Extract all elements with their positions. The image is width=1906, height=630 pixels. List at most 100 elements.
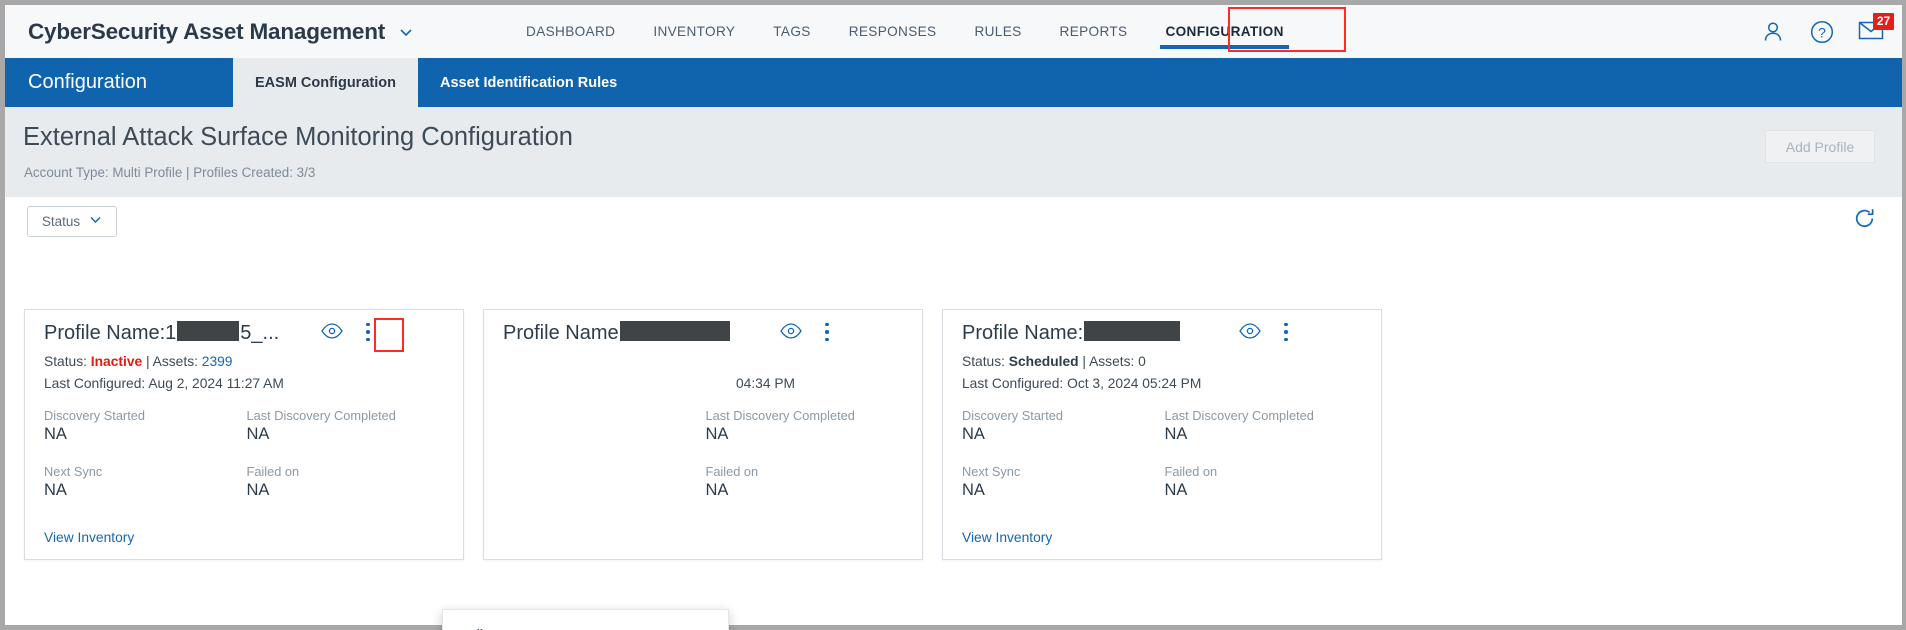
status-filter-label: Status	[41, 214, 81, 229]
kebab-dot	[1284, 330, 1288, 334]
status-label: Status:	[962, 354, 1005, 369]
view-inventory-link[interactable]: View Inventory	[44, 530, 134, 545]
status-filter-dropdown[interactable]: Status	[27, 206, 117, 237]
field-failed-on: Failed on NA	[1165, 464, 1368, 500]
profile-name-title: Profile Name	[503, 319, 731, 345]
mail-envelope-icon[interactable]: 27	[1858, 12, 1894, 45]
last-configured-value: Aug 2, 2024 11:27 AM	[148, 376, 284, 391]
nav-item-dashboard[interactable]: DASHBOARD	[507, 5, 634, 58]
profile-name-suffix: 5_...	[240, 322, 280, 344]
field-label: Discovery Started	[44, 408, 145, 423]
add-profile-button[interactable]: Add Profile	[1765, 130, 1875, 163]
last-configured-label: Last Configured:	[962, 376, 1064, 391]
last-configured-line: Last Configured: Oct 3, 2024 05:24 PM	[962, 376, 1201, 391]
kebab-dot	[366, 330, 370, 334]
mail-badge-count: 27	[1873, 12, 1894, 30]
nav-label: RULES	[974, 24, 1022, 39]
eye-icon[interactable]	[1239, 323, 1261, 339]
tab-easm-configuration[interactable]: EASM Configuration	[233, 58, 418, 107]
last-configured-line: 04:34 PM	[736, 376, 795, 391]
last-configured-value: 04:34 PM	[736, 376, 796, 391]
profile-card[interactable]: Profile Name: Status: Scheduled | Assets…	[942, 309, 1382, 560]
profile-status-line: Status: Scheduled | Assets: 0	[962, 354, 1146, 369]
context-menu-item-edit[interactable]: Edit	[443, 616, 728, 630]
kebab-dot	[825, 337, 829, 342]
tab-asset-identification-rules[interactable]: Asset Identification Rules	[418, 58, 639, 107]
card-field-grid: Last Discovery Completed NA Failed on NA	[503, 408, 908, 500]
chevron-down-icon[interactable]	[398, 24, 414, 40]
nav-item-inventory[interactable]: INVENTORY	[634, 5, 754, 58]
kebab-dot	[1284, 322, 1288, 327]
svg-text:?: ?	[1818, 24, 1826, 40]
refresh-icon[interactable]	[1853, 207, 1876, 230]
profile-name-prefix: Profile Name:	[962, 322, 1084, 344]
last-configured-line: Last Configured: Aug 2, 2024 11:27 AM	[44, 376, 284, 391]
main-navigation: DASHBOARD INVENTORY TAGS RESPONSES RULES…	[507, 5, 1303, 58]
brand-menu[interactable]: CyberSecurity Asset Management	[28, 19, 414, 45]
field-last-discovery-completed: Last Discovery Completed NA	[706, 408, 909, 444]
field-label: Failed on	[1164, 464, 1218, 479]
field-value: NA	[1164, 425, 1188, 443]
redacted-profile-name	[177, 321, 240, 341]
nav-item-responses[interactable]: RESPONSES	[830, 5, 956, 58]
status-badge: Scheduled	[1008, 354, 1079, 369]
nav-label: INVENTORY	[653, 24, 736, 39]
field-discovery-started	[503, 408, 706, 444]
profile-context-menu: Edit Activate Deactivate Delete External…	[442, 609, 729, 630]
profile-card[interactable]: Profile Name:1 5_... Status: Inactive | …	[24, 309, 464, 560]
more-vertical-icon[interactable]	[357, 319, 379, 345]
nav-label: REPORTS	[1059, 24, 1128, 39]
page-header: External Attack Surface Monitoring Confi…	[5, 107, 1902, 197]
kebab-dot	[366, 337, 370, 342]
chevron-down-icon	[89, 213, 102, 231]
profile-status-line: Status: Inactive | Assets: 2399	[44, 354, 232, 369]
last-configured-label: Last Configured:	[44, 376, 146, 391]
profile-name-prefix: Profile Name:1	[44, 322, 177, 344]
nav-item-configuration[interactable]: CONFIGURATION	[1146, 5, 1302, 58]
active-nav-underline	[1160, 45, 1289, 49]
nav-item-tags[interactable]: TAGS	[754, 5, 829, 58]
more-vertical-icon[interactable]	[1275, 319, 1297, 345]
field-label: Last Discovery Completed	[246, 408, 396, 423]
field-label: Next Sync	[44, 464, 103, 479]
kebab-dot	[825, 322, 829, 327]
status-badge: Inactive	[90, 354, 143, 369]
tab-label: EASM Configuration	[255, 74, 396, 91]
assets-count-link[interactable]: 2399	[202, 354, 233, 369]
filter-toolbar: Status	[5, 197, 1902, 255]
assets-label: | Assets:	[1082, 354, 1135, 369]
redacted-profile-name	[619, 321, 730, 341]
profile-card[interactable]: Profile Name 04:34 PM Last Discovery Com…	[483, 309, 923, 560]
nav-item-reports[interactable]: REPORTS	[1041, 5, 1147, 58]
card-field-grid: Discovery Started NA Last Discovery Comp…	[962, 408, 1367, 500]
field-label: Discovery Started	[962, 408, 1063, 423]
more-vertical-icon[interactable]	[816, 319, 838, 345]
field-value: NA	[44, 481, 67, 499]
tab-label: Asset Identification Rules	[439, 74, 618, 91]
nav-label: CONFIGURATION	[1165, 24, 1284, 39]
nav-label: RESPONSES	[848, 24, 937, 39]
nav-item-rules[interactable]: RULES	[955, 5, 1040, 58]
nav-label: DASHBOARD	[526, 24, 616, 39]
card-title-row: Profile Name:1 5_...	[25, 310, 463, 352]
kebab-dot	[366, 322, 370, 327]
module-title: Configuration	[28, 71, 147, 93]
help-circle-icon[interactable]: ?	[1809, 19, 1835, 45]
view-inventory-link[interactable]: View Inventory	[962, 530, 1052, 545]
profile-name-prefix: Profile Name	[503, 322, 619, 344]
user-icon[interactable]	[1760, 19, 1786, 45]
field-value: NA	[44, 425, 67, 443]
eye-icon[interactable]	[780, 323, 802, 339]
field-label: Last Discovery Completed	[705, 408, 855, 423]
field-value: NA	[1164, 481, 1188, 499]
nav-label: TAGS	[773, 24, 811, 39]
page-title: External Attack Surface Monitoring Confi…	[23, 123, 573, 151]
field-last-discovery-completed: Last Discovery Completed NA	[1165, 408, 1368, 444]
field-value: NA	[962, 425, 985, 443]
field-value: NA	[246, 481, 270, 499]
app-window: CyberSecurity Asset Management DASHBOARD…	[0, 0, 1906, 630]
window-frame-right	[1902, 0, 1906, 630]
assets-label: | Assets:	[146, 354, 198, 369]
eye-icon[interactable]	[321, 323, 343, 339]
top-action-icons: ? 27	[1760, 5, 1894, 58]
